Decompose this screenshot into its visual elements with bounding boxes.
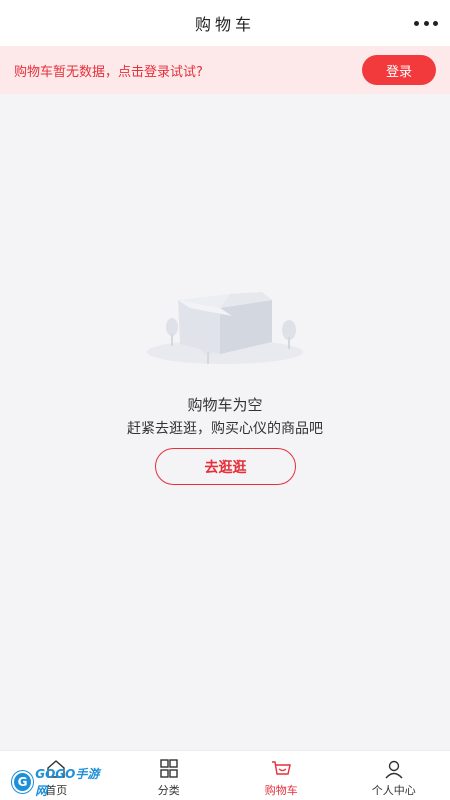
login-prompt-text: 购物车暂无数据，点击登录试试? <box>14 64 203 80</box>
user-icon <box>385 760 403 779</box>
cart-icon <box>272 761 292 775</box>
watermark: G GOGO手游网 <box>12 767 108 798</box>
tab-label: 分类 <box>157 784 180 797</box>
login-button[interactable]: 登录 <box>362 55 436 85</box>
page-title: 购物车 <box>194 15 255 34</box>
watermark-logo: G <box>12 771 34 793</box>
login-prompt-banner: 购物车暂无数据，点击登录试试? 登录 <box>0 46 450 94</box>
watermark-text: GOGO手游网 <box>35 767 100 798</box>
tab-label: 购物车 <box>264 784 298 797</box>
tab-label: 个人中心 <box>371 784 416 797</box>
empty-box-illustration <box>147 292 303 364</box>
more-menu-icon[interactable] <box>414 13 438 33</box>
tree-left <box>166 318 178 346</box>
tab-category[interactable]: 分类 <box>113 751 226 800</box>
tab-profile[interactable]: 个人中心 <box>338 751 450 800</box>
grid-icon <box>160 759 178 778</box>
empty-cart-subtitle: 赶紧去逛逛，购买心仪的商品吧 <box>127 421 323 437</box>
empty-cart-title: 购物车为空 <box>187 396 263 414</box>
tab-cart[interactable]: 购物车 <box>225 751 338 800</box>
navigation-bar: 购物车 <box>0 0 450 46</box>
go-shopping-button[interactable]: 去逛逛 <box>155 448 296 485</box>
